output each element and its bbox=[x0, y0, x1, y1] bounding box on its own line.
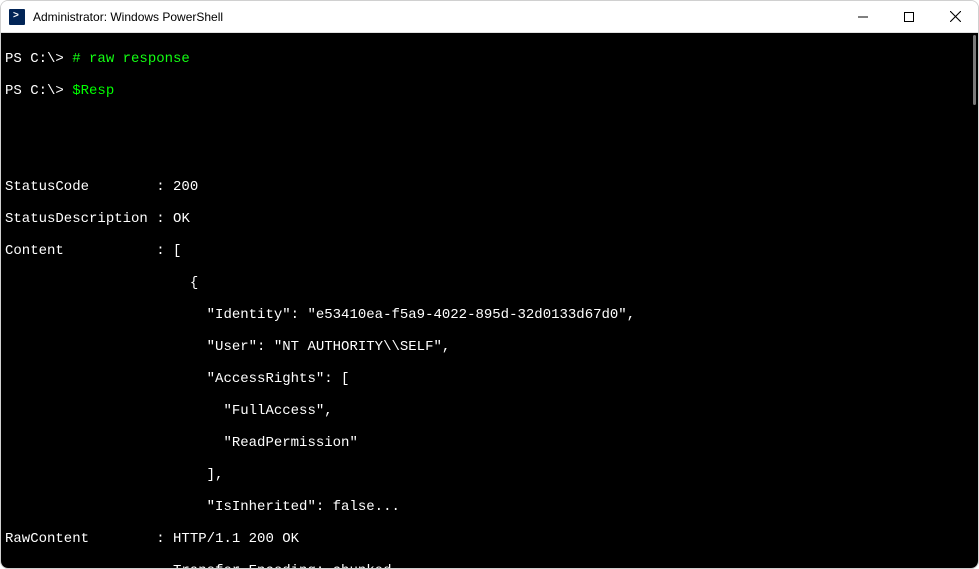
out-label: StatusDescription bbox=[5, 211, 148, 227]
out-value: [ bbox=[173, 243, 181, 259]
window-title: Administrator: Windows PowerShell bbox=[33, 10, 223, 24]
out-value: Transfer-Encoding: chunked bbox=[173, 563, 391, 568]
minimize-button[interactable] bbox=[840, 1, 886, 33]
out-value: "ReadPermission" bbox=[173, 435, 358, 451]
powershell-icon bbox=[9, 9, 25, 25]
out-value: ], bbox=[173, 467, 223, 483]
out-label: Content bbox=[5, 243, 64, 259]
powershell-window: Administrator: Windows PowerShell PS C:\… bbox=[0, 0, 979, 569]
out-value: OK bbox=[173, 211, 190, 227]
out-value: "FullAccess", bbox=[173, 403, 333, 419]
out-value: HTTP/1.1 200 OK bbox=[173, 531, 299, 547]
scrollbar[interactable] bbox=[964, 33, 978, 568]
out-value: 200 bbox=[173, 179, 198, 195]
titlebar[interactable]: Administrator: Windows PowerShell bbox=[1, 1, 978, 33]
out-value: "User": "NT AUTHORITY\\SELF", bbox=[173, 339, 450, 355]
out-value: "IsInherited": false... bbox=[173, 499, 400, 515]
maximize-button[interactable] bbox=[886, 1, 932, 33]
out-label: RawContent bbox=[5, 531, 89, 547]
scrollbar-thumb[interactable] bbox=[973, 35, 976, 105]
prompt: PS C:\> bbox=[5, 83, 64, 99]
out-label: StatusCode bbox=[5, 179, 89, 195]
prompt: PS C:\> bbox=[5, 51, 64, 67]
comment-text: # raw response bbox=[72, 51, 190, 67]
out-value: { bbox=[173, 275, 198, 291]
command-text: $Resp bbox=[72, 83, 114, 99]
out-value: "Identity": "e53410ea-f5a9-4022-895d-32d… bbox=[173, 307, 635, 323]
close-button[interactable] bbox=[932, 1, 978, 33]
out-value: "AccessRights": [ bbox=[173, 371, 349, 387]
terminal-area[interactable]: PS C:\> # raw response PS C:\> $Resp Sta… bbox=[1, 33, 978, 568]
